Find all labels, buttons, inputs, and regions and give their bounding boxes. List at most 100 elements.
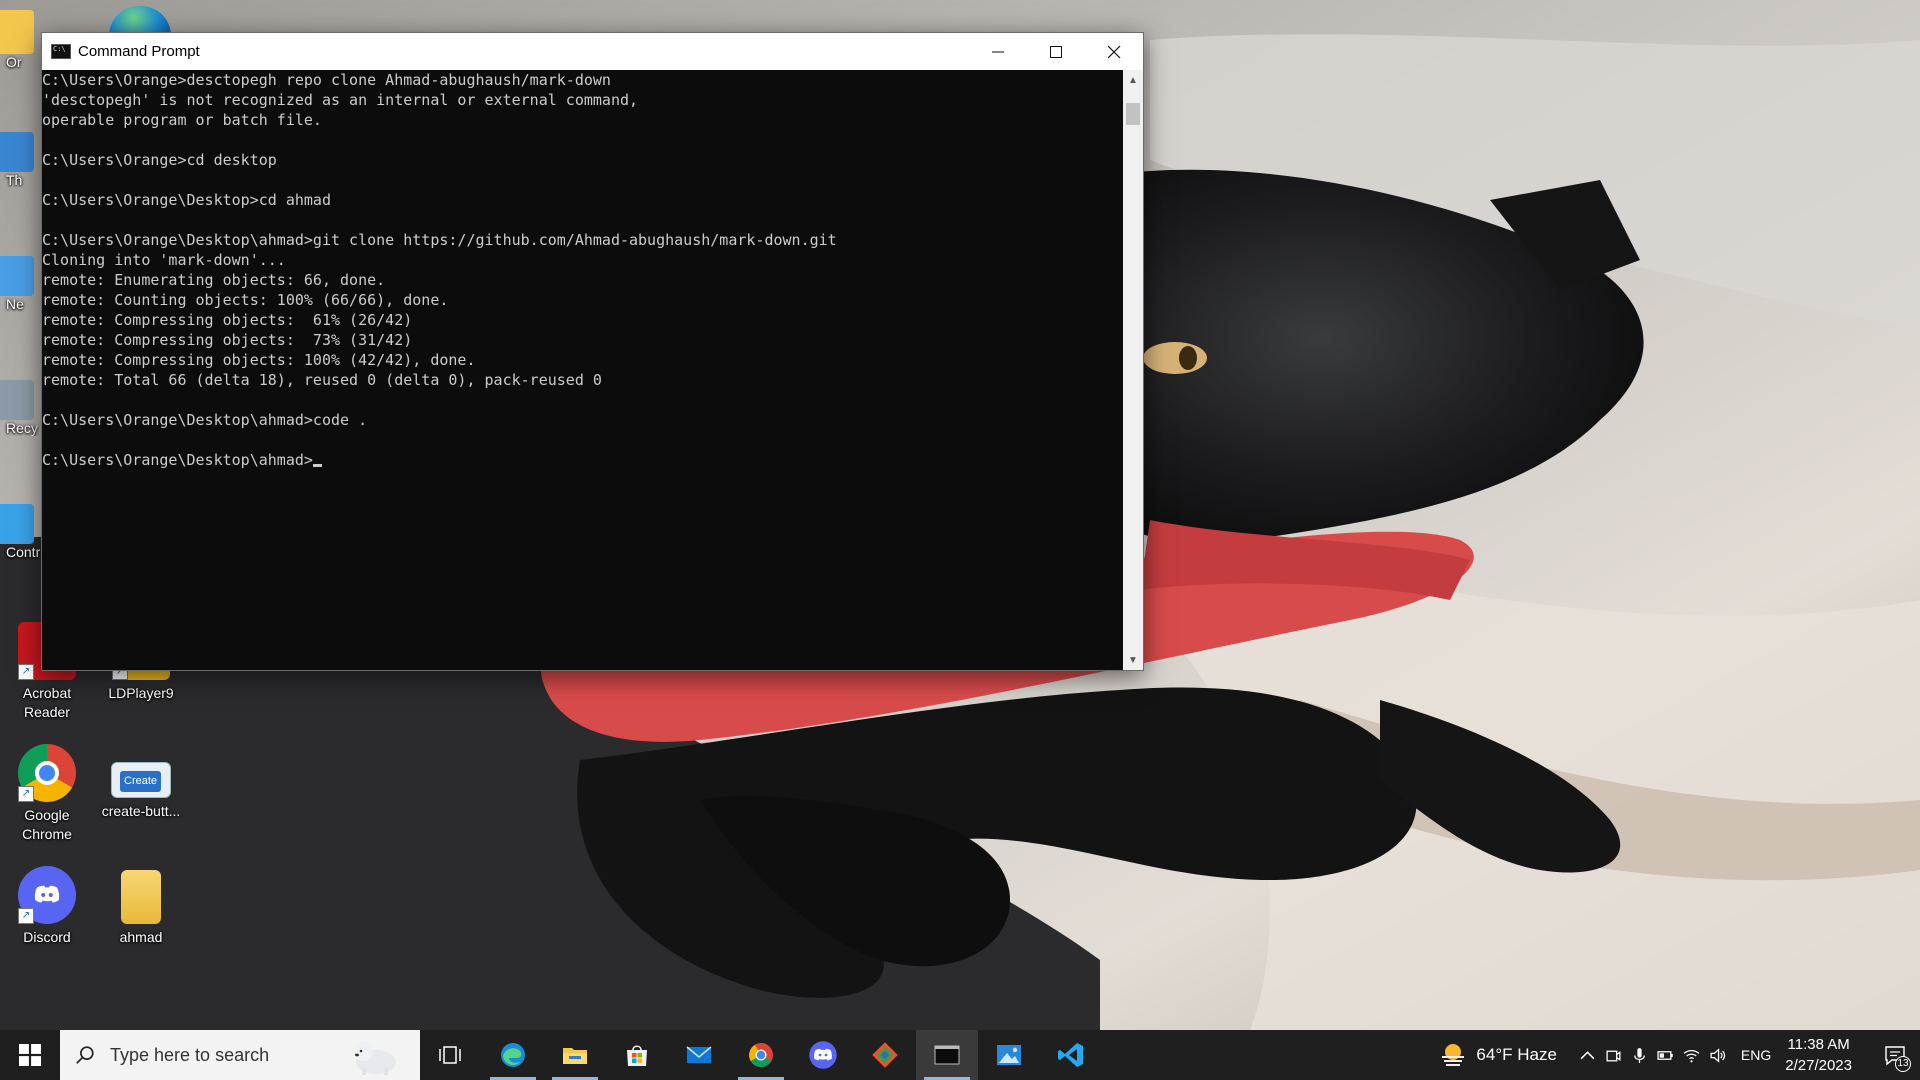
git-icon — [872, 1042, 898, 1068]
tray-meet-now[interactable] — [1601, 1030, 1627, 1080]
console-line: C:\Users\Orange>desctopegh repo clone Ah… — [42, 71, 611, 89]
shortcut-arrow-icon: ↗ — [18, 664, 34, 680]
tray-microphone[interactable] — [1627, 1030, 1653, 1080]
wifi-icon — [1684, 1049, 1700, 1062]
desktop-icon-partial-this-pc[interactable]: Th — [0, 132, 44, 188]
window-titlebar[interactable]: Command Prompt — [42, 33, 1143, 70]
taskbar-search-box[interactable]: Type here to search — [60, 1030, 420, 1080]
console-line: C:\Users\Orange\Desktop\ahmad>git clone … — [42, 231, 837, 249]
command-prompt-icon — [934, 1045, 960, 1065]
scrollbar-thumb[interactable] — [1126, 103, 1140, 125]
close-icon — [1107, 45, 1121, 58]
search-icon — [76, 1046, 94, 1064]
taskbar-git[interactable] — [854, 1030, 916, 1080]
vscode-icon — [1058, 1043, 1083, 1067]
camera-icon — [1606, 1050, 1621, 1061]
taskbar-photos[interactable] — [978, 1030, 1040, 1080]
desktop-icon-partial-control-panel[interactable]: Contr — [0, 504, 44, 560]
search-placeholder: Type here to search — [110, 1044, 270, 1065]
control-panel-icon — [0, 504, 34, 544]
desktop-icon-partial-recycle-bin[interactable]: Recy — [0, 380, 44, 436]
console-line: C:\Users\Orange\Desktop\ahmad> — [42, 450, 1123, 470]
file-explorer-icon — [563, 1048, 587, 1064]
console-line: remote: Enumerating objects: 66, done. — [42, 271, 386, 289]
recycle-bin-icon — [0, 380, 34, 420]
taskbar-command-prompt[interactable] — [916, 1030, 978, 1080]
chrome-icon: ↗ — [18, 744, 76, 802]
desktop-icon-google-chrome[interactable]: ↗ Google Chrome — [2, 744, 92, 844]
console-line: remote: Total 66 (delta 18), reused 0 (d… — [42, 371, 602, 389]
taskbar-vscode[interactable] — [1040, 1030, 1102, 1080]
show-hidden-icons-button[interactable] — [1575, 1030, 1601, 1080]
console-line: 'desctopegh' is not recognized as an int… — [42, 91, 639, 109]
console-line: C:\Users\Orange\Desktop\ahmad>code . — [42, 411, 368, 429]
tray-volume[interactable] — [1705, 1030, 1731, 1080]
input-language[interactable]: ENG — [1741, 1047, 1771, 1063]
desktop-icon-discord[interactable]: ↗ Discord — [2, 866, 92, 947]
taskbar-edge[interactable] — [482, 1030, 544, 1080]
taskbar-clock[interactable]: 11:38 AM 2/27/2023 — [1785, 1034, 1852, 1076]
taskbar-discord[interactable] — [792, 1030, 854, 1080]
speaker-icon — [1710, 1047, 1726, 1063]
clock-time: 11:38 AM — [1787, 1036, 1850, 1053]
console-line: remote: Compressing objects: 61% (26/42) — [42, 311, 413, 329]
console-line: Cloning into 'mark-down'... — [42, 251, 286, 269]
create-button-file-icon: Create — [111, 762, 171, 798]
tray-network[interactable] — [1679, 1030, 1705, 1080]
taskbar-chrome[interactable] — [730, 1030, 792, 1080]
desktop-icon-partial-this-pc-folder[interactable]: Or — [0, 10, 44, 70]
mail-icon — [686, 1046, 712, 1063]
haze-sun-icon — [1442, 1044, 1465, 1066]
close-button[interactable] — [1085, 33, 1143, 70]
clock-date: 2/27/2023 — [1785, 1057, 1852, 1074]
taskbar: Type here to search 64°F Haze ENG 11:38 … — [0, 1030, 1920, 1080]
taskbar-file-explorer[interactable] — [544, 1030, 606, 1080]
search-highlight-bear-icon — [355, 1043, 396, 1075]
desktop-icon-partial-network[interactable]: Ne — [0, 256, 44, 312]
network-icon — [0, 256, 34, 296]
folder-icon — [121, 870, 161, 924]
notification-center-button[interactable]: 13 — [1870, 1030, 1920, 1080]
console-line: remote: Compressing objects: 73% (31/42) — [42, 331, 413, 349]
windows-logo-icon — [19, 1044, 41, 1066]
window-title: Command Prompt — [78, 43, 200, 60]
edge-icon — [501, 1043, 525, 1067]
notification-count-badge: 13 — [1895, 1056, 1911, 1072]
shortcut-arrow-icon: ↗ — [18, 908, 34, 924]
taskbar-microsoft-store[interactable] — [606, 1030, 668, 1080]
desktop-icon-ahmad-folder[interactable]: ahmad — [96, 866, 186, 947]
photos-icon — [997, 1045, 1021, 1065]
system-tray: 64°F Haze ENG 11:38 AM 2/27/2023 13 — [1438, 1030, 1920, 1080]
discord-icon: ↗ — [18, 866, 76, 924]
chrome-icon — [749, 1043, 773, 1068]
minimize-icon — [992, 51, 1004, 52]
task-view-icon — [439, 1046, 461, 1064]
console-line: C:\Users\Orange\Desktop>cd ahmad — [42, 191, 331, 209]
battery-icon — [1657, 1050, 1674, 1060]
tray-battery[interactable] — [1653, 1030, 1679, 1080]
desktop-icon-create-button-file[interactable]: Create create-butt... — [96, 744, 186, 821]
vertical-scrollbar[interactable]: ▲ ▼ — [1123, 70, 1143, 670]
weather-text: 64°F Haze — [1476, 1045, 1557, 1064]
shortcut-arrow-icon: ↗ — [18, 786, 34, 802]
folder-icon — [0, 10, 34, 54]
console-line: C:\Users\Orange>cd desktop — [42, 151, 277, 169]
microsoft-store-icon — [627, 1045, 647, 1066]
console-line: operable program or batch file. — [42, 111, 322, 129]
scroll-down-arrow-icon[interactable]: ▼ — [1123, 650, 1143, 670]
console-output[interactable]: C:\Users\Orange>desctopegh repo clone Ah… — [42, 70, 1123, 670]
console-line: remote: Counting objects: 100% (66/66), … — [42, 291, 449, 309]
scroll-up-arrow-icon[interactable]: ▲ — [1123, 70, 1143, 90]
taskbar-task-view[interactable] — [420, 1030, 482, 1080]
command-prompt-window[interactable]: Command Prompt C:\Users\Orange>desctopeg… — [41, 32, 1144, 671]
taskbar-mail[interactable] — [668, 1030, 730, 1080]
minimize-button[interactable] — [969, 33, 1027, 70]
text-cursor — [312, 464, 322, 467]
start-button[interactable] — [0, 1030, 60, 1080]
command-prompt-icon — [51, 44, 71, 59]
maximize-button[interactable] — [1027, 33, 1085, 70]
weather-widget[interactable]: 64°F Haze — [1438, 1040, 1557, 1070]
